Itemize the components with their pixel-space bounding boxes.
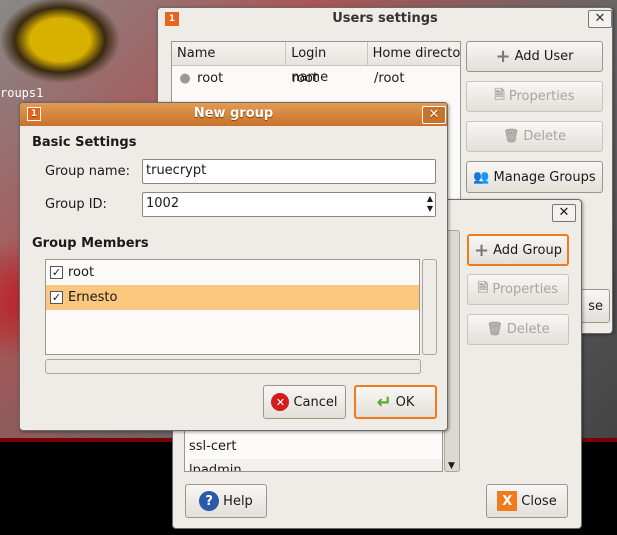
group-icon: 👥 xyxy=(473,169,490,185)
close-icon[interactable]: ✕ xyxy=(552,204,576,222)
new-group-titlebar[interactable]: 1 New group ✕ xyxy=(20,103,447,126)
label: Cancel xyxy=(293,394,338,410)
close-button[interactable]: X Close xyxy=(486,484,568,518)
list-item[interactable]: lpadmin xyxy=(189,459,442,471)
users-list-header: Name Login name Home directo xyxy=(172,42,460,85)
plus-icon: + xyxy=(495,46,511,67)
add-group-button[interactable]: + Add Group xyxy=(467,234,569,266)
label: se xyxy=(588,298,603,314)
checkbox[interactable]: ✓ xyxy=(50,291,63,304)
cell-name: root xyxy=(197,71,224,86)
properties-icon: 🗎 xyxy=(477,280,489,296)
list-item-selected[interactable]: ✓ Ernesto xyxy=(46,285,419,310)
label: Help xyxy=(223,493,253,509)
delete-button[interactable]: 🗑 Delete xyxy=(466,121,603,152)
column-login[interactable]: Login name xyxy=(286,42,368,85)
table-row[interactable]: ● root root /root xyxy=(172,66,460,91)
group-id-spinbox[interactable]: 1002 ▲ ▼ xyxy=(142,192,436,217)
group-id-label: Group ID: xyxy=(45,197,107,212)
desktop-icon-label[interactable]: roups1 xyxy=(0,86,43,100)
ok-button[interactable]: ↵ OK xyxy=(354,385,437,419)
cell-home: /root xyxy=(374,71,405,86)
help-button[interactable]: ? Help xyxy=(185,484,267,518)
group-properties-button[interactable]: 🗎 Properties xyxy=(467,274,569,305)
window-title: Users settings xyxy=(332,11,438,26)
basic-settings-heading: Basic Settings xyxy=(32,135,137,150)
label: Add User xyxy=(514,49,574,64)
label: Properties xyxy=(492,282,559,297)
enter-arrow-icon: ↵ xyxy=(376,391,392,413)
manage-groups-button[interactable]: 👥 Manage Groups xyxy=(466,161,603,193)
label: Close xyxy=(521,493,557,509)
member-name: root xyxy=(68,265,95,280)
list-item[interactable]: ssl-cert xyxy=(189,435,236,459)
help-icon: ? xyxy=(199,491,220,511)
cancel-button[interactable]: ✕ Cancel xyxy=(263,385,346,419)
group-name-input[interactable]: truecrypt xyxy=(142,159,436,184)
plus-icon: + xyxy=(474,239,490,261)
member-name: Ernesto xyxy=(68,290,118,305)
list-item[interactable]: ✓ root xyxy=(46,260,419,285)
label: OK xyxy=(395,394,415,410)
close-x-icon: X xyxy=(497,491,518,511)
label: Add Group xyxy=(493,242,562,258)
spin-arrows-icon[interactable]: ▲ ▼ xyxy=(427,194,433,214)
properties-button[interactable]: 🗎 Properties xyxy=(466,81,603,112)
group-id-value: 1002 xyxy=(146,196,180,211)
cell-login: root xyxy=(292,71,319,86)
column-name[interactable]: Name xyxy=(172,42,287,65)
checkbox[interactable]: ✓ xyxy=(50,266,63,279)
cancel-icon: ✕ xyxy=(271,393,290,411)
close-icon[interactable]: ✕ xyxy=(422,106,446,124)
label: Delete xyxy=(523,129,567,144)
arrow-down-icon[interactable]: ▼ xyxy=(448,461,455,471)
users-titlebar[interactable]: 1 Users settings ✕ xyxy=(158,8,612,31)
group-name-label: Group name: xyxy=(45,164,130,179)
label: Delete xyxy=(506,322,550,337)
group-delete-button[interactable]: 🗑 Delete xyxy=(467,314,569,345)
label: Properties xyxy=(508,89,575,104)
members-vscrollbar[interactable] xyxy=(422,259,437,355)
close-icon[interactable]: ✕ xyxy=(588,10,612,28)
new-group-dialog: 1 New group ✕ Basic Settings Group name:… xyxy=(19,102,448,431)
app-icon: 1 xyxy=(165,12,179,26)
label: Manage Groups xyxy=(493,169,596,185)
user-icon: ● xyxy=(179,71,191,86)
trash-icon: 🗑 xyxy=(486,322,503,337)
members-hscrollbar[interactable] xyxy=(45,359,421,374)
trash-icon: 🗑 xyxy=(502,129,520,144)
dialog-title: New group xyxy=(193,106,274,121)
group-members-heading: Group Members xyxy=(32,236,149,251)
add-user-button[interactable]: + Add User xyxy=(466,41,603,72)
members-list[interactable]: ✓ root ✓ Ernesto xyxy=(45,259,420,355)
properties-icon: 🗎 xyxy=(494,87,505,103)
app-icon: 1 xyxy=(27,107,41,121)
column-home[interactable]: Home directo xyxy=(368,42,460,65)
